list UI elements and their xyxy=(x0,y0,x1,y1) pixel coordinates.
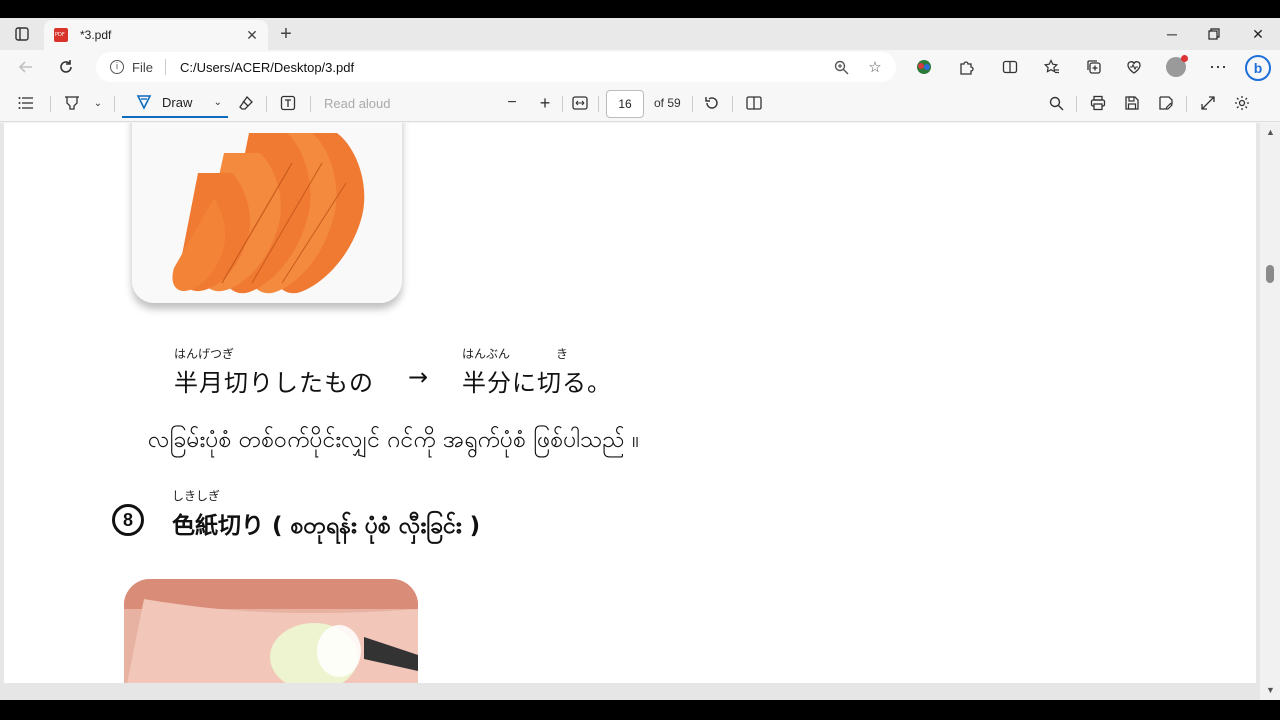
vertical-scrollbar[interactable]: ▲ ▼ xyxy=(1260,123,1280,700)
puzzle-extensions-icon[interactable] xyxy=(954,56,978,78)
japanese-line-left: 半月切りしたもの xyxy=(174,369,374,397)
arrow-right-icon: → xyxy=(408,363,430,391)
burmese-explanation: လခြမ်းပုံစံ တစ်ဝက်ပိုင်းလျှင် ဂင်ကို အရွ… xyxy=(148,427,640,453)
tab-active[interactable]: *3.pdf ✕ xyxy=(44,20,268,50)
refresh-button[interactable] xyxy=(52,53,80,81)
vertical-scroll-thumb[interactable] xyxy=(1266,265,1274,283)
bing-copilot-button[interactable]: b xyxy=(1244,54,1272,82)
url-scheme: File xyxy=(132,59,153,75)
page-number-input[interactable]: 16 xyxy=(606,90,644,118)
save-as-icon[interactable] xyxy=(1154,92,1178,114)
tab-actions-icon xyxy=(15,27,29,41)
page-count: of 59 xyxy=(654,96,681,110)
address-bar[interactable]: i File C:/Users/ACER/Desktop/3.pdf ☆ xyxy=(96,52,896,82)
bing-icon: b xyxy=(1245,55,1271,81)
tab-title: *3.pdf xyxy=(80,28,112,42)
close-window-button[interactable]: ✕ xyxy=(1238,22,1278,46)
document-area[interactable]: はんげつぎ はんぶん き 半月切りしたもの → 半分に切る。 လခြမ်းပုံ… xyxy=(0,123,1280,700)
favorite-star-icon[interactable]: ☆ xyxy=(862,54,888,80)
tab-strip: *3.pdf ✕ + ─ ✕ xyxy=(0,18,1280,50)
minimize-button[interactable]: ─ xyxy=(1152,22,1192,46)
scroll-down-arrow-icon[interactable]: ▼ xyxy=(1266,685,1275,695)
scroll-up-arrow-icon[interactable]: ▲ xyxy=(1266,127,1275,137)
avatar xyxy=(1166,55,1188,77)
restore-button[interactable] xyxy=(1194,22,1234,46)
print-icon[interactable] xyxy=(1086,92,1110,114)
pdf-page: はんげつぎ はんぶん き 半月切りしたもの → 半分に切る。 လခြမ်းပုံ… xyxy=(4,123,1256,683)
find-search-icon[interactable] xyxy=(1044,92,1068,114)
toolbar-divider xyxy=(310,96,311,112)
read-aloud-button[interactable]: Read aloud xyxy=(324,96,391,111)
toolbar-divider xyxy=(1186,96,1187,112)
letterbox-top xyxy=(0,0,1280,18)
settings-gear-icon[interactable] xyxy=(1230,92,1254,114)
draw-chevron-down-icon[interactable]: ⌄ xyxy=(214,97,222,108)
zoom-out-icon[interactable]: − xyxy=(500,92,524,114)
text-box-icon[interactable] xyxy=(276,92,300,114)
zoom-in-icon[interactable]: + xyxy=(533,92,557,114)
letterbox-bottom xyxy=(0,700,1280,720)
ruby-hanbun: はんぶん xyxy=(462,347,511,361)
browser-window: *3.pdf ✕ + ─ ✕ i File C:/Users/ACER/Desk… xyxy=(0,18,1280,700)
draw-label: Draw xyxy=(162,94,193,110)
browser-essentials-icon[interactable] xyxy=(1122,56,1146,78)
section-number-badge: 8 xyxy=(112,504,144,536)
section-heading: 色紙切り ( စတုရန်း ပုံစံ လှီးခြင်း ) xyxy=(172,513,481,539)
toolbar-divider xyxy=(692,96,693,112)
toolbar-divider xyxy=(1076,96,1077,112)
pdf-toolbar: ⌄ Draw ⌄ Read aloud − + 16 of 59 xyxy=(0,84,1280,122)
draw-button[interactable]: Draw ⌄ xyxy=(122,88,228,118)
back-button[interactable] xyxy=(12,53,40,81)
cutting-photo xyxy=(124,579,418,683)
tab-actions-button[interactable] xyxy=(10,24,34,44)
new-tab-button[interactable]: + xyxy=(276,23,296,45)
url-text[interactable]: C:/Users/ACER/Desktop/3.pdf xyxy=(180,60,828,75)
collections-icon[interactable] xyxy=(1082,56,1106,78)
toolbar-divider xyxy=(50,96,51,112)
save-icon[interactable] xyxy=(1120,92,1144,114)
japanese-line-right: 半分に切る。 xyxy=(462,369,612,397)
draw-pen-icon xyxy=(136,95,152,110)
page-view-icon[interactable] xyxy=(742,92,766,114)
profile-avatar[interactable] xyxy=(1164,55,1188,78)
refresh-icon xyxy=(60,60,72,73)
restore-icon xyxy=(1208,28,1220,40)
toolbar-divider xyxy=(598,96,599,112)
zoom-icon[interactable] xyxy=(828,54,854,80)
toolbar-divider xyxy=(266,96,267,112)
sliced-carrot-photo xyxy=(132,123,402,303)
highlight-icon[interactable] xyxy=(60,92,84,114)
ruby-ki: き xyxy=(556,347,569,361)
ruby-shikishigi: しきしぎ xyxy=(172,489,221,503)
ruby-hangetsugi: はんげつぎ xyxy=(174,347,235,361)
address-separator xyxy=(164,59,166,75)
table-of-contents-icon[interactable] xyxy=(14,92,38,114)
eraser-icon[interactable] xyxy=(234,92,258,114)
more-menu-icon[interactable]: ⋯ xyxy=(1206,56,1230,78)
toolbar-divider xyxy=(114,96,115,112)
favorites-icon[interactable] xyxy=(1040,56,1064,78)
pdf-icon xyxy=(54,28,68,42)
split-screen-icon[interactable] xyxy=(998,56,1022,78)
toolbar-divider xyxy=(732,96,733,112)
rotate-icon[interactable] xyxy=(700,92,724,114)
fit-to-width-icon[interactable] xyxy=(568,92,592,114)
extension-icon[interactable] xyxy=(912,56,936,78)
info-icon[interactable]: i xyxy=(110,60,124,74)
expand-icon[interactable] xyxy=(1196,92,1220,114)
toolbar-divider xyxy=(562,96,563,112)
back-arrow-icon xyxy=(18,61,32,73)
tab-close-icon[interactable]: ✕ xyxy=(242,25,262,45)
navigation-bar: i File C:/Users/ACER/Desktop/3.pdf ☆ ⋯ b xyxy=(0,50,1280,84)
highlight-dropdown-chevron-down-icon[interactable]: ⌄ xyxy=(90,92,106,114)
